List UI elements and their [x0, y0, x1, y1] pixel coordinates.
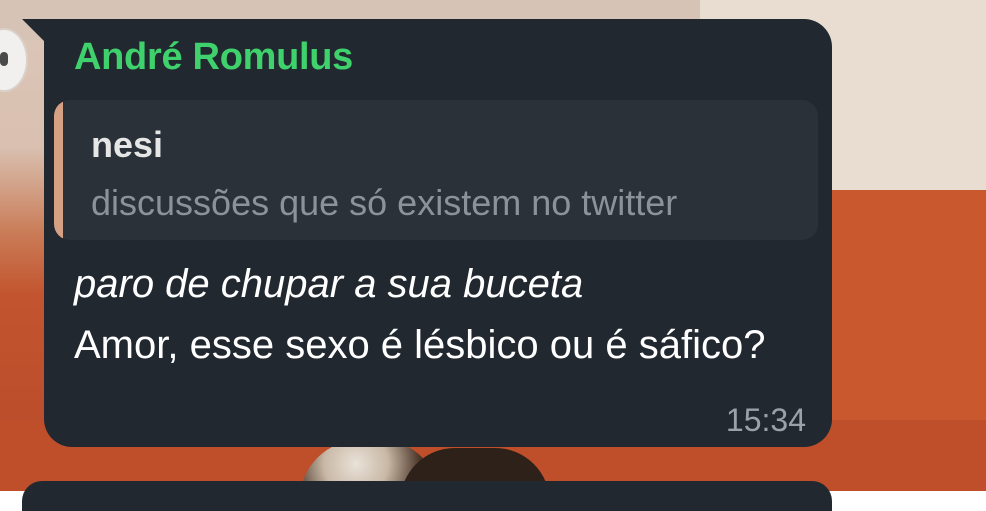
message-body: Amor, esse sexo é lésbico ou é sáfico?: [74, 323, 766, 367]
reply-quote[interactable]: nesi discussões que só existem no twitte…: [54, 100, 818, 240]
message-timestamp: 15:34: [725, 402, 806, 438]
sender-name[interactable]: André Romulus: [74, 36, 353, 79]
reply-text: discussões que só existem no twitter: [91, 182, 678, 223]
message-italic-line: paro de chupar a sua buceta: [74, 262, 584, 306]
next-message-bubble[interactable]: [22, 481, 832, 511]
reply-author: nesi: [91, 124, 164, 165]
reply-quote-bar: [54, 100, 63, 240]
message-bubble-tail: [22, 19, 46, 43]
avatar-figure: [0, 52, 8, 66]
